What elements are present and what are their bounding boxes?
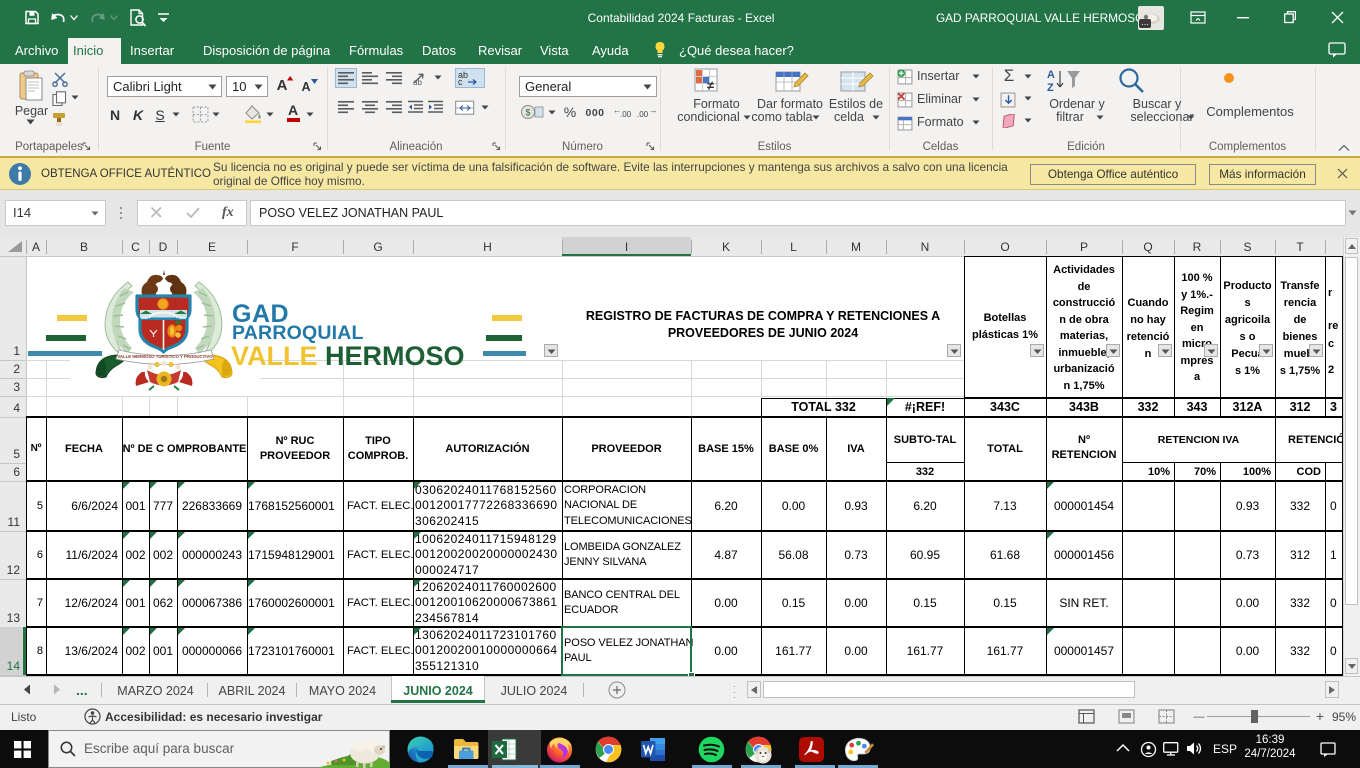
svg-text:c: c bbox=[458, 77, 463, 86]
svg-text:$: $ bbox=[526, 108, 531, 118]
svg-text:Z: Z bbox=[1047, 82, 1054, 94]
svg-text:.00: .00 bbox=[620, 110, 632, 119]
svg-text:≠: ≠ bbox=[707, 78, 714, 93]
svg-text:A: A bbox=[1047, 69, 1055, 81]
svg-text:VALLE HERMOSO TURÍSTICO Y PROD: VALLE HERMOSO TURÍSTICO Y PRODUCTIVO bbox=[117, 354, 213, 359]
svg-text:.00: .00 bbox=[637, 110, 649, 119]
svg-text:ab: ab bbox=[413, 78, 422, 86]
